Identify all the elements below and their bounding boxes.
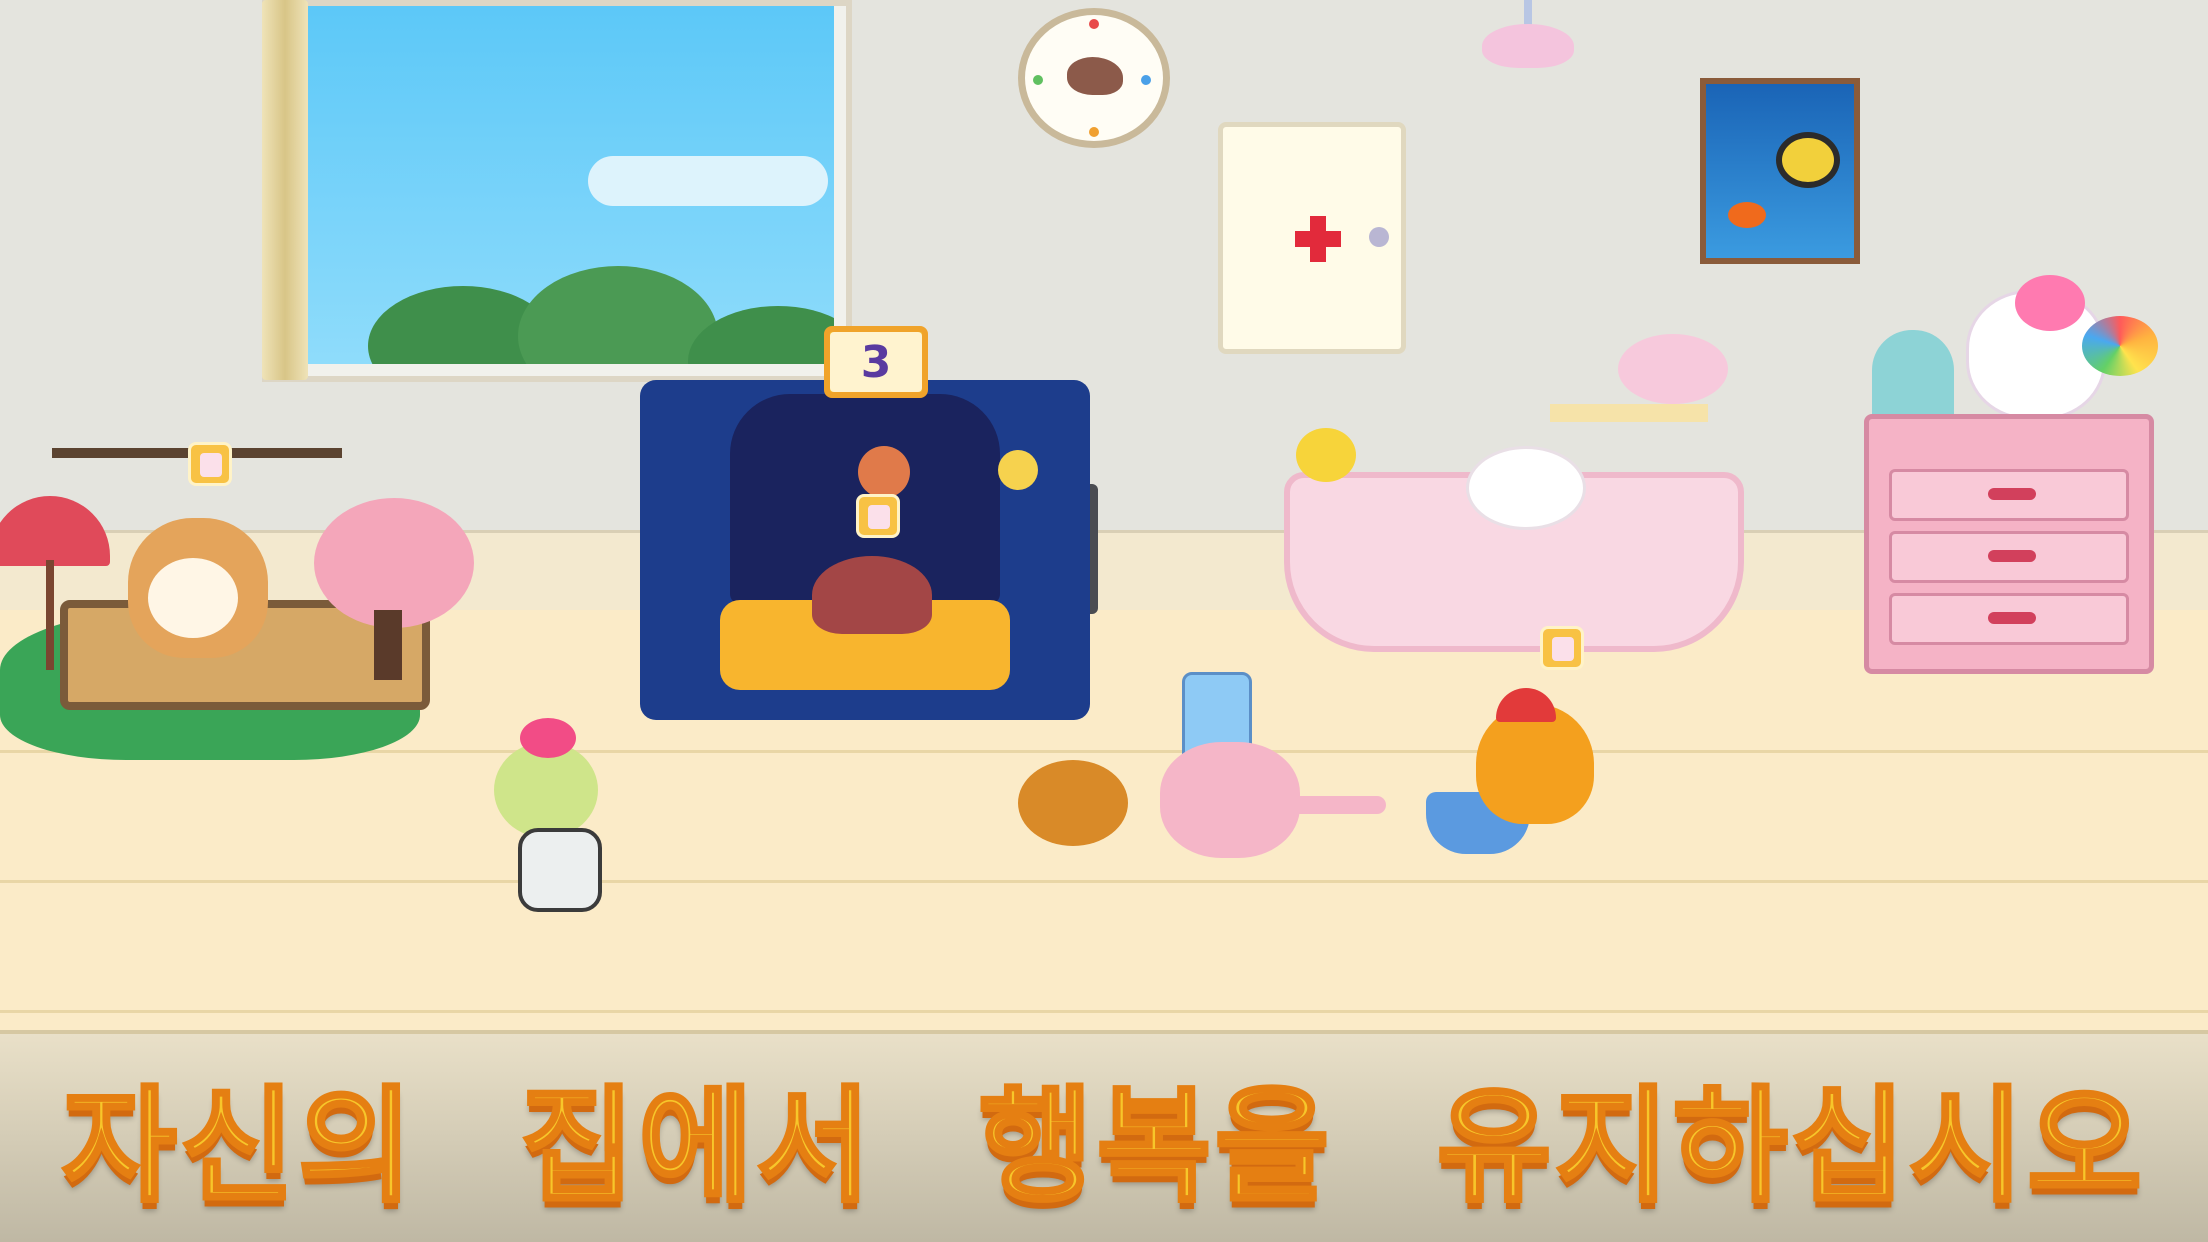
toilet-glyph bbox=[1552, 637, 1574, 661]
maid-hair bbox=[520, 718, 576, 758]
corgi-pet[interactable] bbox=[1476, 704, 1594, 824]
drawer-handle bbox=[1988, 550, 2036, 562]
caption-word: 자신의 bbox=[60, 1073, 417, 1221]
caption-word: 유지하십시오 bbox=[1435, 1073, 2146, 1221]
parasol-pole bbox=[46, 560, 54, 670]
rabbit-pet[interactable] bbox=[1466, 446, 1586, 530]
diver-bee-icon bbox=[1776, 132, 1840, 188]
rubber-duck bbox=[1296, 428, 1356, 482]
dresser-drawer[interactable] bbox=[1889, 469, 2129, 521]
shiba-pet[interactable] bbox=[128, 518, 268, 658]
room-level-number: 3 bbox=[830, 332, 922, 392]
rainbow-tail bbox=[2082, 316, 2158, 376]
elephant-trunk bbox=[1290, 796, 1386, 814]
hamster-pet[interactable] bbox=[1018, 760, 1128, 846]
floor-plank-line bbox=[0, 880, 2208, 883]
toilet-need-icon[interactable] bbox=[188, 442, 232, 486]
wall-shelf bbox=[1550, 404, 1708, 422]
cabinet-knob bbox=[1369, 227, 1389, 247]
toilet-glyph bbox=[200, 453, 222, 477]
toilet-glyph bbox=[868, 505, 890, 529]
drawer-handle bbox=[1988, 612, 2036, 624]
dresser-drawer[interactable] bbox=[1889, 531, 2129, 583]
bush bbox=[518, 266, 718, 364]
clock-dot bbox=[1141, 75, 1151, 85]
clock-dot bbox=[1033, 75, 1043, 85]
moon-icon bbox=[998, 450, 1038, 490]
clownfish-icon bbox=[1728, 202, 1766, 228]
cherry-tree bbox=[314, 498, 474, 628]
clock-dot bbox=[1089, 19, 1099, 29]
drawer-handle bbox=[1988, 488, 2036, 500]
maid-dress bbox=[518, 828, 602, 912]
toilet-need-icon[interactable] bbox=[1540, 626, 1584, 670]
wall-clock[interactable] bbox=[1018, 8, 1170, 148]
cloud bbox=[588, 156, 828, 206]
unicorn-mane bbox=[2015, 275, 2085, 331]
lamp-shade bbox=[1482, 24, 1574, 68]
underwater-bee-picture bbox=[1700, 78, 1860, 264]
clock-dot bbox=[1089, 127, 1099, 137]
tree-trunk bbox=[374, 610, 402, 680]
promo-caption: 자신의 집에서 행복을 유지하십시오 bbox=[0, 1050, 2208, 1221]
lamp-stem bbox=[1524, 0, 1532, 26]
toilet-need-icon[interactable] bbox=[856, 494, 900, 538]
elephant-water-dispenser[interactable] bbox=[1160, 742, 1300, 858]
turtle-pet[interactable] bbox=[812, 556, 932, 634]
pink-dresser[interactable] bbox=[1864, 414, 2154, 674]
maid-robot-character[interactable] bbox=[474, 716, 634, 916]
space-bedroom[interactable] bbox=[640, 380, 1090, 720]
caption-word: 집에서 bbox=[519, 1073, 875, 1221]
curtain bbox=[262, 0, 308, 380]
medical-cross-icon bbox=[1310, 216, 1326, 262]
game-scene: 3 자신의 집에서 행복을 유지하십시오 bbox=[0, 0, 2208, 1242]
floor-plank-line bbox=[0, 1010, 2208, 1013]
medicine-cabinet[interactable] bbox=[1218, 122, 1406, 354]
caption-word: 행복을 bbox=[977, 1073, 1334, 1221]
room-level-badge: 3 bbox=[824, 326, 928, 398]
window-sky bbox=[308, 6, 834, 364]
window bbox=[262, 0, 852, 382]
bath-sponge[interactable] bbox=[1618, 334, 1728, 404]
ceiling-lamp bbox=[1482, 0, 1574, 70]
planet-icon bbox=[858, 446, 910, 498]
mouse-icon bbox=[1067, 57, 1123, 95]
dresser-drawer[interactable] bbox=[1889, 593, 2129, 645]
shiba-face bbox=[148, 558, 238, 638]
